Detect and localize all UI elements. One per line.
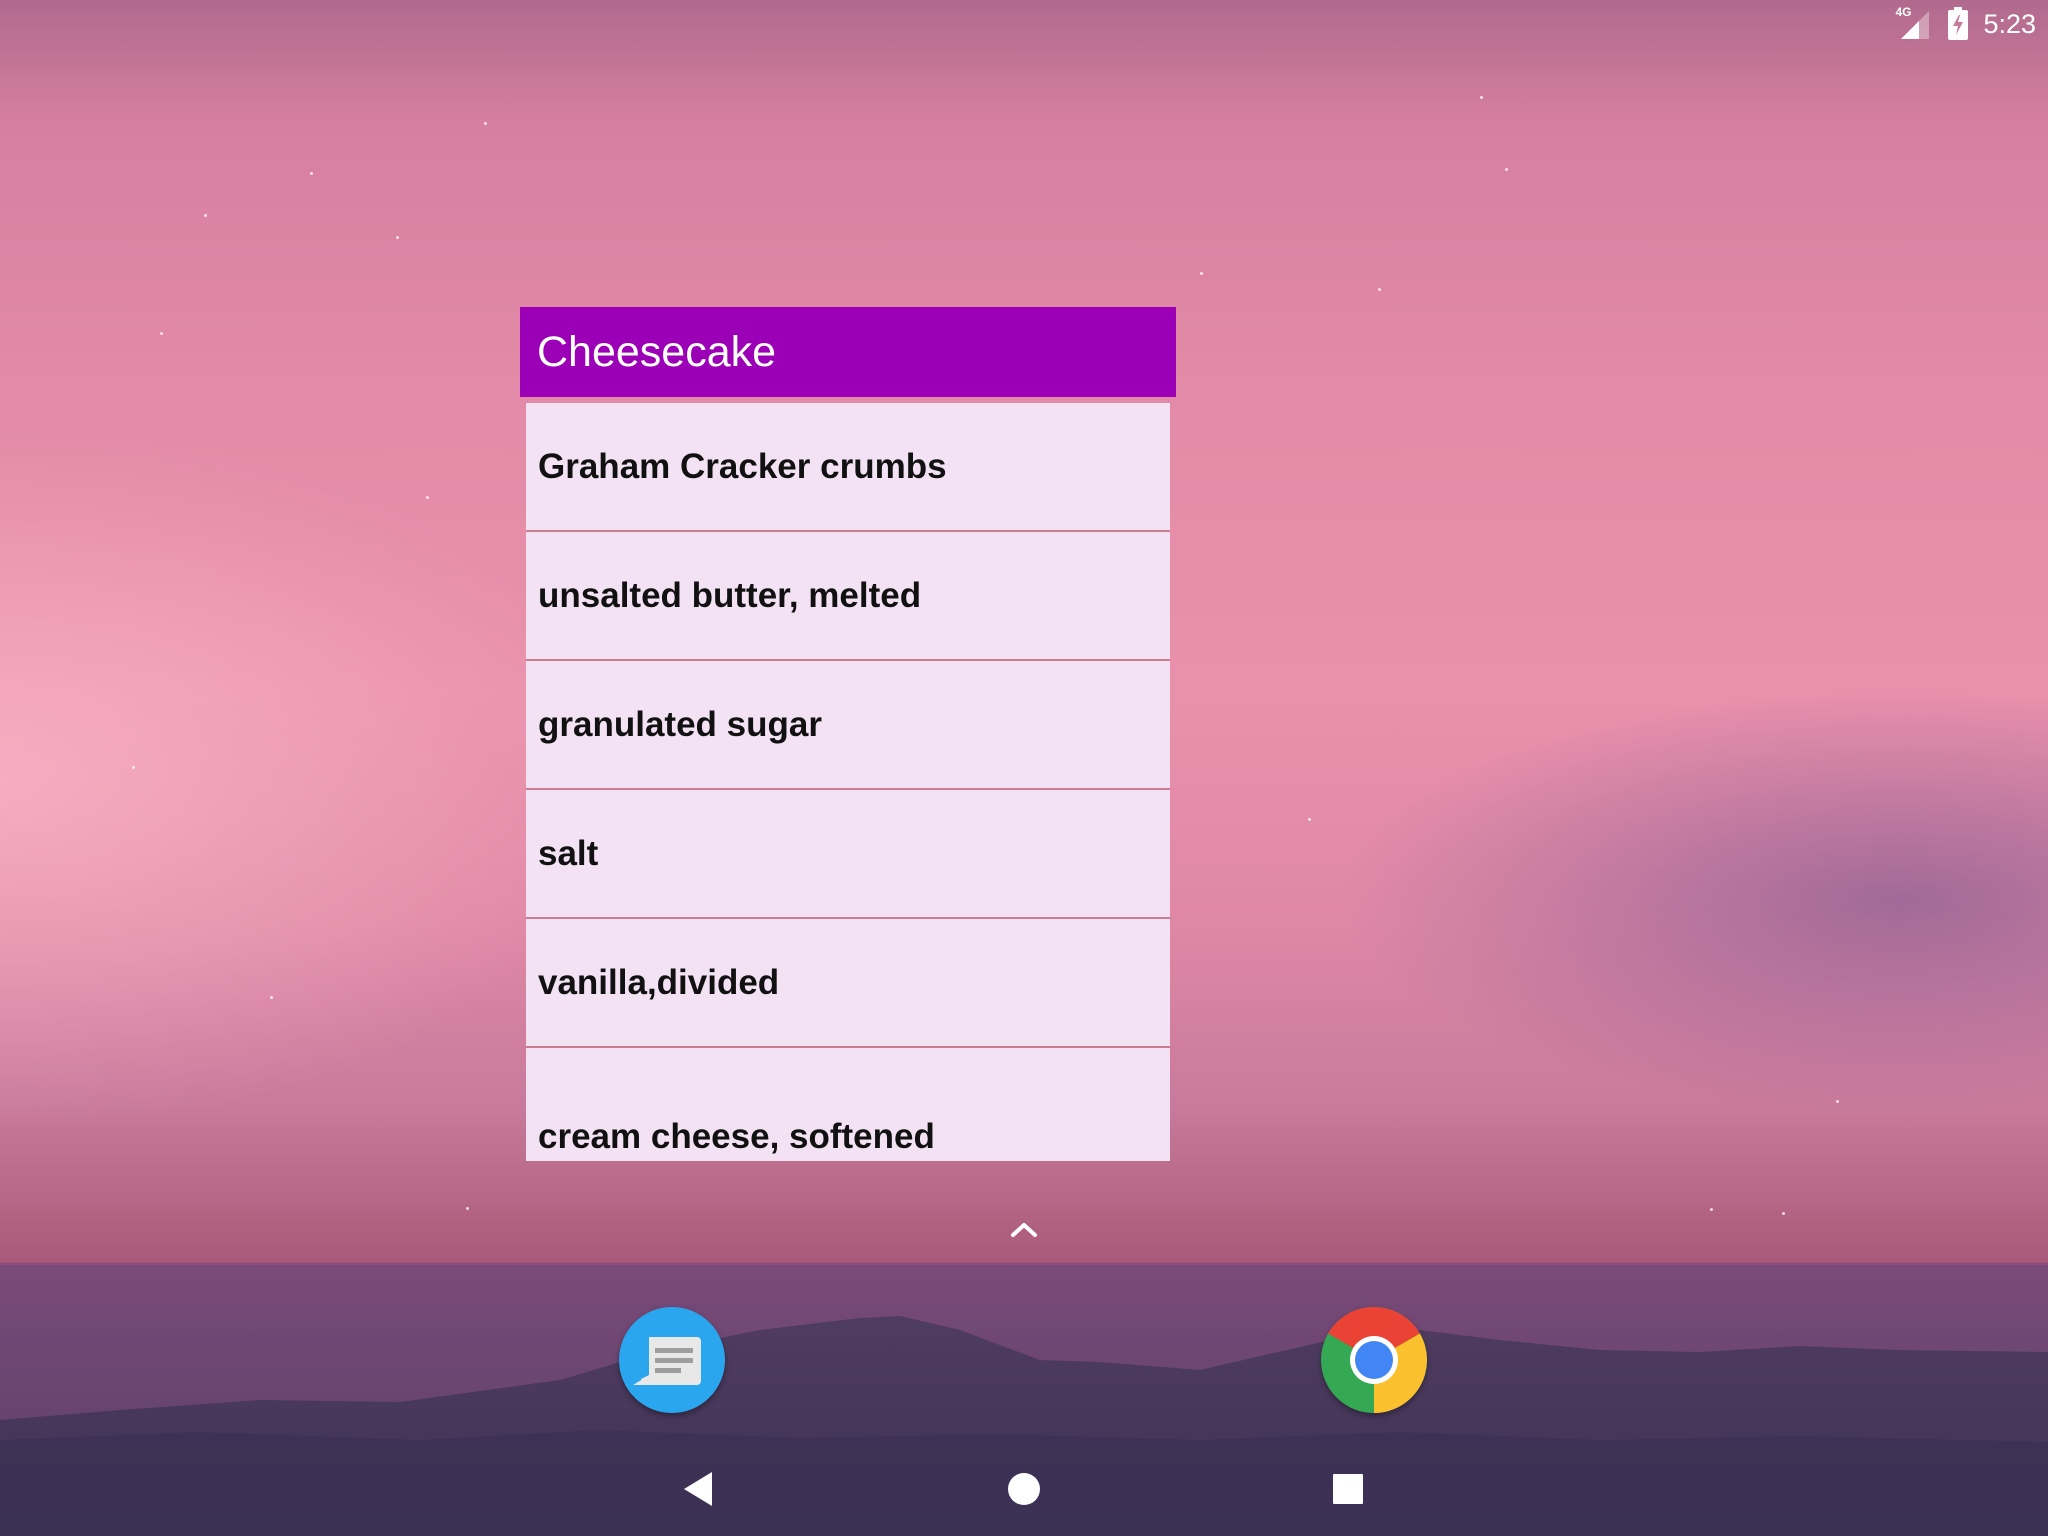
- ingredient-label: salt: [538, 833, 599, 873]
- home-screen: 4G 5:23 Cheesecake Graham Cracker crumbs: [0, 0, 2048, 1536]
- status-clock: 5:23: [1983, 8, 2036, 39]
- chevron-up-icon[interactable]: [1008, 1218, 1040, 1240]
- network-type-label: 4G: [1895, 5, 1912, 19]
- chrome-icon[interactable]: [1321, 1306, 1428, 1413]
- list-item[interactable]: unsalted butter, melted: [526, 532, 1170, 661]
- ingredient-list[interactable]: Graham Cracker crumbs unsalted butter, m…: [526, 403, 1170, 1161]
- list-item[interactable]: salt: [526, 790, 1170, 919]
- home-icon[interactable]: [1001, 1466, 1047, 1512]
- recents-icon[interactable]: [1325, 1466, 1371, 1512]
- recipe-widget[interactable]: Cheesecake Graham Cracker crumbs unsalte…: [520, 307, 1176, 1161]
- ingredient-label: vanilla,divided: [538, 962, 780, 1002]
- ingredient-label: unsalted butter, melted: [538, 575, 922, 615]
- ingredient-label: cream cheese, softened: [538, 1117, 935, 1156]
- widget-title-bar[interactable]: Cheesecake: [520, 307, 1176, 397]
- list-item[interactable]: granulated sugar: [526, 661, 1170, 790]
- ingredient-label: Graham Cracker crumbs: [538, 446, 947, 486]
- status-bar: 4G 5:23: [1895, 0, 2048, 48]
- battery-charging-icon: [1947, 7, 1969, 41]
- navigation-bar: [0, 1440, 2048, 1536]
- list-item[interactable]: cream cheese, softened: [526, 1048, 1170, 1161]
- list-item[interactable]: Graham Cracker crumbs: [526, 403, 1170, 532]
- ingredient-label: granulated sugar: [538, 704, 822, 744]
- widget-title: Cheesecake: [537, 327, 777, 376]
- cell-signal-icon: 4G: [1895, 5, 1931, 41]
- list-item[interactable]: vanilla,divided: [526, 919, 1170, 1048]
- back-icon[interactable]: [676, 1466, 722, 1512]
- messages-icon[interactable]: [619, 1307, 725, 1413]
